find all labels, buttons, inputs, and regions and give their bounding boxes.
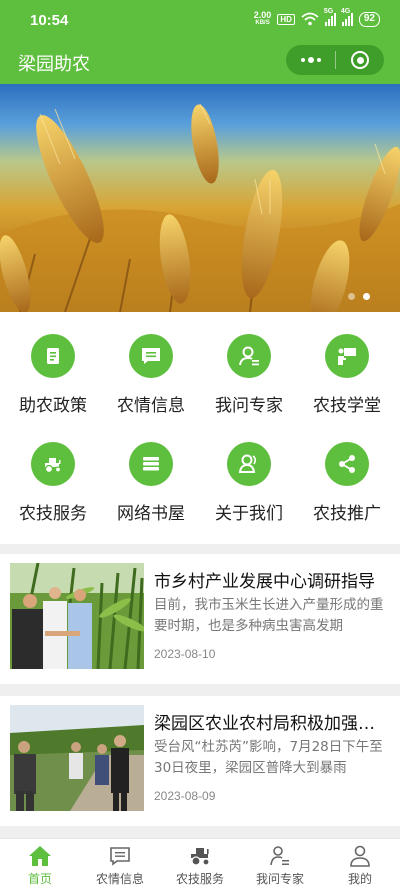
bottom-tab-bar: 首页 农情信息 农技服务 我问专家 我的	[0, 838, 400, 893]
tab-service[interactable]: 农技服务	[160, 845, 240, 887]
signal-5g-icon: 5G	[324, 8, 336, 26]
carousel-dot-active[interactable]	[363, 293, 370, 300]
title-bar: 梁园助农	[0, 42, 400, 84]
teacher-icon	[325, 334, 369, 378]
signal-5g-label: 5G	[323, 7, 334, 15]
section-divider	[0, 826, 400, 838]
grid-label: 助农政策	[19, 396, 87, 416]
person-icon	[350, 845, 370, 867]
app-title: 梁园助农	[18, 54, 90, 75]
section-divider	[0, 544, 400, 554]
users-icon	[227, 442, 271, 486]
news-summary: 受台风“杜苏芮”影响，7月28日下午至30日夜里，梁园区普降大到暴雨	[154, 739, 383, 776]
carousel-indicator	[348, 293, 370, 300]
home-icon	[29, 846, 51, 866]
grid-label: 农技推广	[313, 504, 381, 524]
status-time: 10:54	[30, 12, 69, 29]
grid-item-service[interactable]: 农技服务	[3, 442, 103, 524]
grid-label: 农技学堂	[313, 396, 381, 416]
miniprogram-capsule	[286, 45, 384, 75]
cornfield-inspection-photo	[10, 563, 144, 669]
banner-carousel[interactable]	[0, 84, 400, 312]
signal-4g-label: 4G	[340, 7, 351, 15]
grid-item-about[interactable]: 关于我们	[199, 442, 299, 524]
flood-inspection-photo	[10, 705, 144, 811]
tab-label: 农技服务	[175, 872, 224, 886]
signal-4g-icon: 4G	[341, 8, 353, 26]
wifi-icon	[301, 12, 319, 26]
share-icon	[325, 442, 369, 486]
tractor-icon	[31, 442, 75, 486]
tab-label: 我问专家	[255, 872, 304, 886]
news-date: 2023-08-09	[154, 789, 216, 803]
grid-item-farm-info[interactable]: 农情信息	[101, 334, 201, 416]
tab-farm-info[interactable]: 农情信息	[80, 845, 160, 887]
hd-badge: HD	[277, 13, 295, 25]
grid-item-ask-expert[interactable]: 我问专家	[199, 334, 299, 416]
grid-item-school[interactable]: 农技学堂	[297, 334, 397, 416]
tab-label: 首页	[27, 872, 52, 886]
news-item[interactable]: 市乡村产业发展中心调研指导 目前，我市玉米生长进入产量形成的重要时期，也是多种病…	[0, 554, 400, 684]
message-icon	[129, 334, 173, 378]
grid-label: 我问专家	[215, 396, 283, 416]
document-icon	[31, 334, 75, 378]
tab-ask-expert[interactable]: 我问专家	[240, 845, 320, 887]
grid-label: 关于我们	[215, 504, 283, 524]
network-speed-unit: KB/S	[255, 20, 270, 26]
status-bar: 10:54 2.00 KB/S HD 5G 4G 92	[0, 0, 400, 42]
news-title: 梁园区农业农村局积极加强防汛	[154, 714, 384, 734]
books-icon	[129, 442, 173, 486]
tab-label: 农情信息	[95, 872, 144, 886]
grid-label: 农技服务	[19, 504, 87, 524]
more-dots-icon[interactable]	[286, 56, 335, 63]
grid-item-policy[interactable]: 助农政策	[3, 334, 103, 416]
tab-mine[interactable]: 我的	[320, 845, 400, 887]
tractor-icon	[191, 848, 210, 866]
network-speed: 2.00 KB/S	[254, 11, 272, 27]
section-divider	[0, 684, 400, 696]
grid-label: 网络书屋	[117, 504, 185, 524]
grid-label: 农情信息	[117, 396, 185, 416]
status-icons: 2.00 KB/S HD 5G 4G 92	[254, 8, 380, 27]
news-summary: 目前，我市玉米生长进入产量形成的重要时期，也是多种病虫害高发期	[154, 597, 384, 634]
news-date: 2023-08-10	[154, 647, 216, 661]
grid-item-books[interactable]: 网络书屋	[101, 442, 201, 524]
feature-grid: 助农政策 农情信息 我问专家 农技学堂 农技服务 网络书屋 关于我们 农技推广	[0, 312, 400, 544]
battery-indicator: 92	[358, 11, 380, 27]
tab-home[interactable]: 首页	[0, 845, 80, 887]
wheat-field-photo	[0, 103, 400, 312]
tab-label: 我的	[347, 872, 372, 886]
expert-icon	[270, 846, 289, 866]
message-icon	[110, 847, 130, 866]
target-close-icon[interactable]	[336, 51, 384, 69]
network-speed-value: 2.00	[253, 10, 272, 20]
expert-icon	[227, 334, 271, 378]
news-title: 市乡村产业发展中心调研指导	[154, 572, 375, 592]
grid-item-promotion[interactable]: 农技推广	[297, 442, 397, 524]
carousel-dot[interactable]	[348, 293, 355, 300]
news-item[interactable]: 梁园区农业农村局积极加强防汛 受台风“杜苏芮”影响，7月28日下午至30日夜里，…	[0, 696, 400, 826]
